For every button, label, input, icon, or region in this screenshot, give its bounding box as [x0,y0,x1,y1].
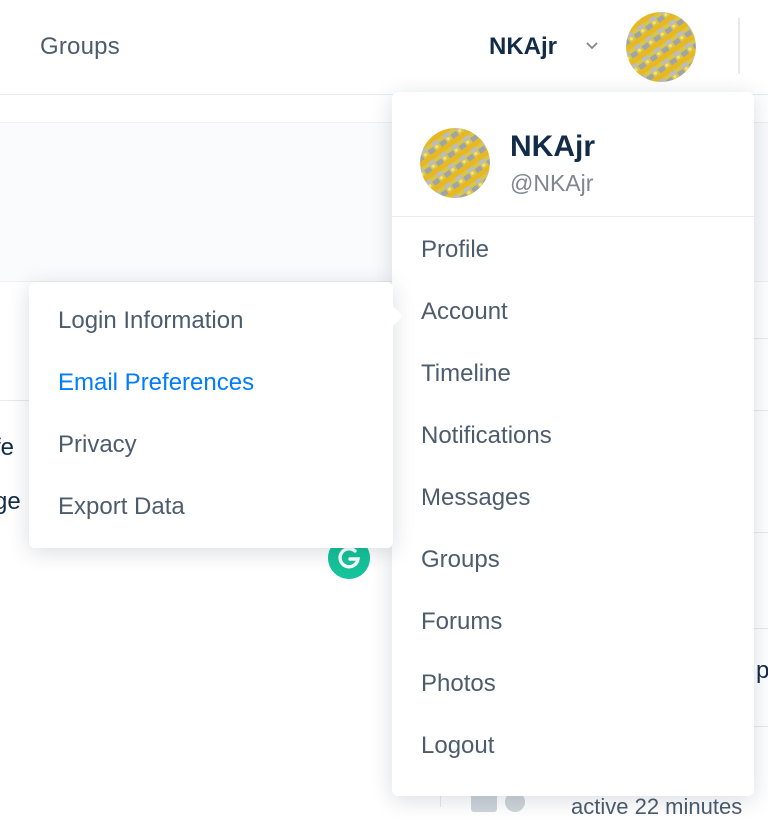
divider [754,410,768,411]
top-navigation: Groups NKAjr [0,0,768,95]
divider [754,338,768,339]
nav-link-groups[interactable]: Groups [40,33,120,61]
menu-item-logout[interactable]: Logout [392,715,754,777]
user-summary[interactable]: NKAjr @NKAjr [392,92,754,217]
header-divider [738,18,740,74]
divider [754,532,768,533]
header-avatar[interactable] [626,12,696,82]
activity-status: active 22 minutes [571,794,743,819]
background-text: ge [0,488,21,515]
submenu-item-export-data[interactable]: Export Data [29,476,393,538]
divider [0,400,30,401]
menu-item-messages[interactable]: Messages [392,467,754,529]
menu-item-profile[interactable]: Profile [392,219,754,281]
menu-item-groups[interactable]: Groups [392,529,754,591]
submenu-item-login-information[interactable]: Login Information [29,290,393,352]
submenu-item-email-preferences[interactable]: Email Preferences [29,352,393,414]
chevron-down-icon[interactable] [586,42,598,50]
menu-item-timeline[interactable]: Timeline [392,343,754,405]
user-dropdown-menu: NKAjr @NKAjr Profile Account Timeline No… [392,92,754,796]
user-display-name[interactable]: NKAjr [510,130,595,164]
menu-item-notifications[interactable]: Notifications [392,405,754,467]
menu-item-photos[interactable]: Photos [392,653,754,715]
account-submenu: Login Information Email Preferences Priv… [29,282,403,548]
background-text: p [756,657,768,684]
account-submenu-list: Login Information Email Preferences Priv… [29,290,393,538]
user-menu-list: Profile Account Timeline Notifications M… [392,219,754,777]
background-text: fe [0,434,15,461]
menu-item-account[interactable]: Account [392,281,754,343]
user-handle: @NKAjr [510,170,594,196]
divider [754,628,768,629]
avatar[interactable] [420,128,490,198]
menu-item-forums[interactable]: Forums [392,591,754,653]
header-user-name[interactable]: NKAjr [489,33,557,61]
divider [754,726,768,727]
submenu-item-privacy[interactable]: Privacy [29,414,393,476]
